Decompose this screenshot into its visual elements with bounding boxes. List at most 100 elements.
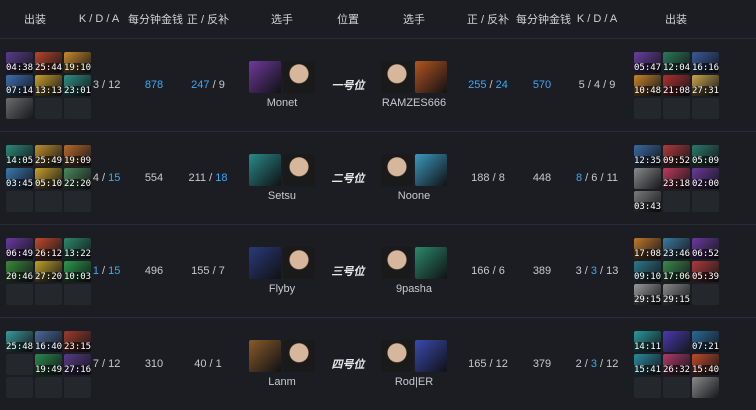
right-player-cell[interactable]: RAMZES666: [368, 39, 460, 131]
item-icon[interactable]: 26:32: [663, 353, 690, 375]
hero-portrait[interactable]: [415, 247, 447, 279]
item-icon[interactable]: 27:31: [692, 74, 719, 96]
item-icon[interactable]: 20:46: [6, 260, 33, 282]
deaths: 4: [92, 172, 99, 184]
hero-portrait[interactable]: [249, 61, 281, 93]
item-icon[interactable]: [6, 97, 33, 119]
player-avatar[interactable]: [381, 340, 413, 372]
item-icon[interactable]: 17:06: [663, 260, 690, 282]
left-player-cell[interactable]: Monet: [236, 39, 328, 131]
item-icon[interactable]: 09:52: [663, 144, 690, 166]
left-player-cell[interactable]: Flyby: [236, 225, 328, 317]
item-icon[interactable]: [692, 376, 719, 398]
item-icon[interactable]: 09:10: [634, 260, 661, 282]
item-icon[interactable]: 07:14: [6, 74, 33, 96]
header-items-right: 出装: [665, 14, 687, 26]
item-icon[interactable]: 14:11: [634, 330, 661, 352]
item-icon[interactable]: 02:00: [692, 167, 719, 189]
hero-portrait[interactable]: [415, 154, 447, 186]
item-time: 29:15: [663, 294, 690, 305]
item-icon[interactable]: 03:45: [6, 167, 33, 189]
item-icon[interactable]: 23:46: [663, 237, 690, 259]
item-icon[interactable]: 29:15: [663, 283, 690, 305]
left-item-grid: 14:05 25:49 19:09 03:45 05:10 22:20: [0, 144, 91, 212]
item-icon[interactable]: 10:03: [64, 260, 91, 282]
right-player-cell[interactable]: 9pasha: [368, 225, 460, 317]
last-hits: 155: [191, 265, 210, 277]
right-item-grid: 14:11 07:21 15:41 26:32 15:40: [626, 330, 726, 398]
item-icon[interactable]: 27:16: [64, 353, 91, 375]
item-icon[interactable]: 29:15: [634, 283, 661, 305]
item-icon[interactable]: 15:41: [634, 353, 661, 375]
player-avatar[interactable]: [381, 61, 413, 93]
item-icon[interactable]: 06:49: [6, 237, 33, 259]
hero-portrait[interactable]: [415, 61, 447, 93]
item-icon[interactable]: 22:20: [64, 167, 91, 189]
player-name[interactable]: RAMZES666: [382, 97, 446, 109]
item-icon[interactable]: 23:15: [64, 330, 91, 352]
item-icon[interactable]: 19:10: [64, 51, 91, 73]
player-avatar[interactable]: [283, 154, 315, 186]
left-player-cell[interactable]: Lanm: [236, 318, 328, 410]
item-icon[interactable]: 19:09: [64, 144, 91, 166]
item-icon[interactable]: 25:49: [35, 144, 62, 166]
item-icon[interactable]: [663, 330, 690, 352]
assists: 12: [108, 79, 121, 91]
item-icon[interactable]: 06:52: [692, 237, 719, 259]
item-time: 06:49: [6, 248, 33, 259]
player-name[interactable]: 9pasha: [396, 283, 432, 295]
item-icon[interactable]: 17:08: [634, 237, 661, 259]
hero-portrait[interactable]: [249, 154, 281, 186]
item-icon[interactable]: 27:20: [35, 260, 62, 282]
item-icon[interactable]: 13:22: [64, 237, 91, 259]
right-player-cell[interactable]: Noone: [368, 132, 460, 224]
item-icon[interactable]: 16:40: [35, 330, 62, 352]
item-icon[interactable]: 13:13: [35, 74, 62, 96]
player-name[interactable]: Setsu: [268, 190, 296, 202]
item-icon[interactable]: 05:39: [692, 260, 719, 282]
hero-portrait[interactable]: [415, 340, 447, 372]
assists: 12: [606, 358, 619, 370]
item-icon[interactable]: 12:35: [634, 144, 661, 166]
item-icon[interactable]: 25:44: [35, 51, 62, 73]
player-name[interactable]: Lanm: [268, 376, 296, 388]
item-icon[interactable]: 14:05: [6, 144, 33, 166]
empty-item-slot: [6, 283, 33, 305]
avatar-pair: [381, 247, 447, 279]
item-icon[interactable]: 23:18: [663, 167, 690, 189]
item-icon[interactable]: 05:47: [634, 51, 661, 73]
right-player-cell[interactable]: Rod|ER: [368, 318, 460, 410]
item-icon[interactable]: 05:09: [692, 144, 719, 166]
item-icon[interactable]: 25:48: [6, 330, 33, 352]
player-name[interactable]: Rod|ER: [395, 376, 433, 388]
item-icon[interactable]: 03:43: [634, 190, 661, 212]
avatar-pair: [249, 247, 315, 279]
item-icon[interactable]: 15:40: [692, 353, 719, 375]
item-icon[interactable]: 19:49: [35, 353, 62, 375]
item-icon[interactable]: 05:10: [35, 167, 62, 189]
item-icon[interactable]: 16:16: [692, 51, 719, 73]
player-avatar[interactable]: [283, 61, 315, 93]
item-time: 16:40: [35, 341, 62, 352]
player-name[interactable]: Noone: [398, 190, 430, 202]
right-kda: 5 / 4 / 9: [578, 79, 616, 91]
last-hits: 165: [468, 358, 487, 370]
item-icon[interactable]: 12:04: [663, 51, 690, 73]
player-avatar[interactable]: [381, 154, 413, 186]
item-icon[interactable]: 26:12: [35, 237, 62, 259]
item-icon[interactable]: 10:48: [634, 74, 661, 96]
item-icon[interactable]: 07:21: [692, 330, 719, 352]
player-name[interactable]: Monet: [267, 97, 298, 109]
player-avatar[interactable]: [283, 247, 315, 279]
hero-portrait[interactable]: [249, 247, 281, 279]
item-icon[interactable]: 23:01: [64, 74, 91, 96]
player-avatar[interactable]: [283, 340, 315, 372]
item-icon[interactable]: 21:08: [663, 74, 690, 96]
hero-portrait[interactable]: [249, 340, 281, 372]
item-icon[interactable]: 04:38: [6, 51, 33, 73]
player-name[interactable]: Flyby: [269, 283, 295, 295]
avatar-pair: [381, 61, 447, 93]
player-avatar[interactable]: [381, 247, 413, 279]
item-icon[interactable]: [634, 167, 661, 189]
left-player-cell[interactable]: Setsu: [236, 132, 328, 224]
